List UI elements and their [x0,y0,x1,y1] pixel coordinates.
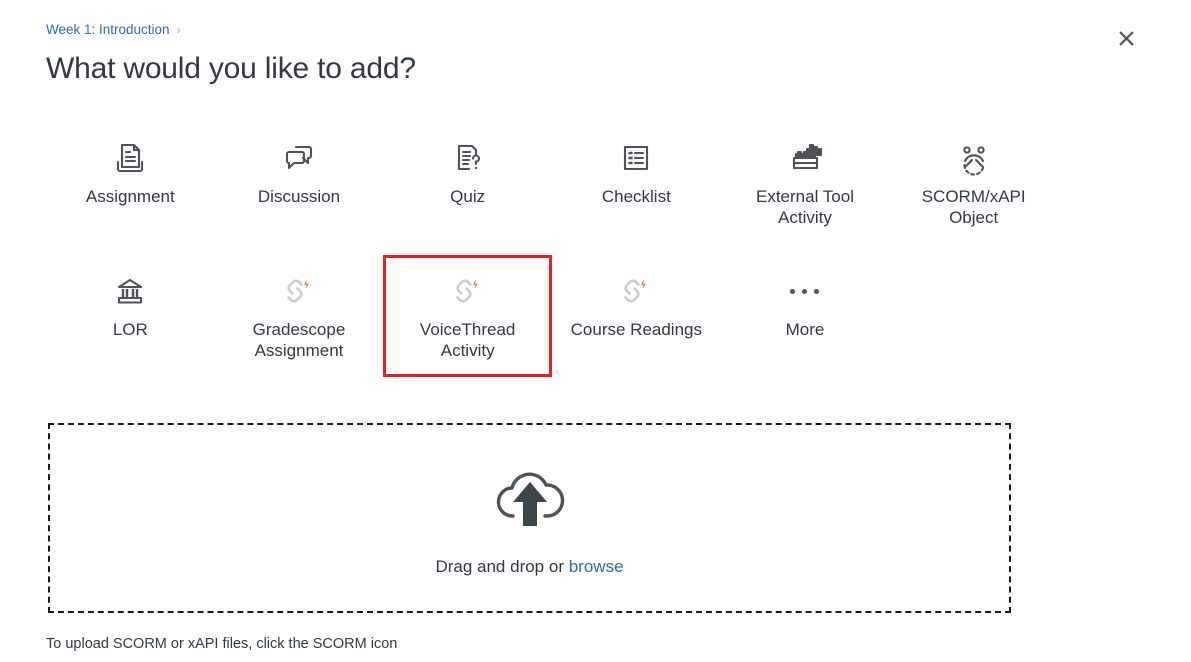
dropzone-prompt: Drag and drop or browse [435,557,623,577]
tile-label: More [785,320,825,340]
tile-course-readings[interactable]: Course Readings [552,255,721,376]
lor-icon [110,268,150,314]
tile-label: Course Readings [570,320,702,340]
tile-label: Gradescope Assignment [252,320,346,361]
tile-label: Discussion [257,187,341,206]
file-dropzone[interactable]: Drag and drop or browse [48,423,1011,613]
tile-label: Checklist [601,187,671,206]
lti-link-icon [448,268,488,314]
breadcrumb-link-week-1[interactable]: Week 1: Introduction [46,23,170,37]
tile-gradescope-assignment[interactable]: Gradescope Assignment [215,255,384,376]
tile-checklist[interactable]: Checklist [552,122,721,243]
tile-label: Assignment [85,187,175,206]
tile-discussion[interactable]: Discussion [215,122,384,243]
content-type-grid: Assignment Discussion Quiz Checklist Ext… [46,122,1058,377]
scorm-footnote: To upload SCORM or xAPI files, click the… [46,636,398,652]
cloud-upload-icon [487,460,573,541]
quiz-icon [448,135,488,181]
close-icon [1119,31,1133,45]
tile-label: SCORM/xAPI Object [921,187,1026,227]
breadcrumb: Week 1: Introduction › [46,23,181,37]
tile-label: External Tool Activity [756,187,854,227]
chevron-right-icon: › [176,22,181,37]
browse-link[interactable]: browse [569,557,624,576]
assignment-icon [110,135,150,181]
tile-lor[interactable]: LOR [46,255,215,376]
scorm-icon [954,135,994,181]
discussion-icon [279,135,319,181]
tile-label: VoiceThread Activity [419,320,516,361]
tile-assignment[interactable]: Assignment [46,122,215,243]
lti-link-icon [279,268,319,314]
tile-label: LOR [112,320,148,340]
tile-voicethread-activity[interactable]: VoiceThread Activity [383,255,552,377]
lti-link-icon [616,268,656,314]
external-tool-icon [783,135,827,181]
close-button[interactable] [1113,25,1139,51]
tile-scorm-xapi-object[interactable]: SCORM/xAPI Object [889,122,1058,243]
checklist-icon [616,135,656,181]
tile-label: Quiz [450,187,486,206]
tile-external-tool-activity[interactable]: External Tool Activity [721,122,890,243]
tile-quiz[interactable]: Quiz [383,122,552,243]
dropzone-prompt-text: Drag and drop or [435,556,564,576]
page-title: What would you like to add? [46,52,416,85]
more-dots-icon [790,268,820,314]
tile-more[interactable]: More [721,255,890,376]
